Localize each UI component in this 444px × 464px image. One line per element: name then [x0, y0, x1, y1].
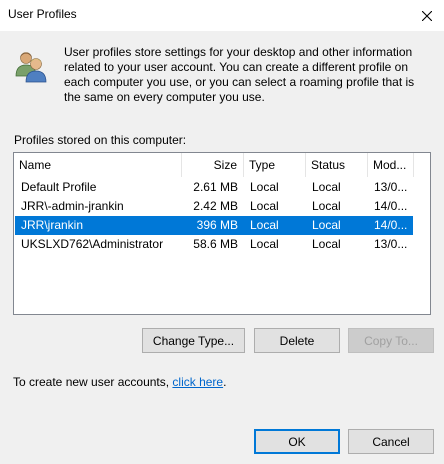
- column-header-size[interactable]: Size: [182, 153, 244, 177]
- cell-name: Default Profile: [21, 180, 97, 194]
- description-text: User profiles store settings for your de…: [64, 45, 415, 104]
- cell-type: Local: [250, 218, 279, 232]
- cell-size: 2.61 MB: [193, 180, 238, 194]
- cell-modified: 14/0...: [374, 199, 408, 213]
- profiles-label: Profiles stored on this computer:: [14, 133, 187, 147]
- cell-size: 58.6 MB: [193, 237, 238, 251]
- close-icon: [422, 10, 432, 21]
- click-here-link[interactable]: click here: [172, 375, 223, 389]
- column-header-status[interactable]: Status: [306, 153, 368, 177]
- create-accounts-label: To create new user accounts,: [13, 375, 173, 389]
- close-button[interactable]: [410, 0, 444, 31]
- cell-modified: 14/0...: [374, 218, 408, 232]
- cell-type: Local: [250, 199, 279, 213]
- table-row[interactable]: JRR\-admin-jrankin 2.42 MB Local Local 1…: [15, 197, 413, 216]
- window-title: User Profiles: [8, 7, 77, 21]
- cell-modified: 13/0...: [374, 180, 408, 194]
- change-type-button[interactable]: Change Type...: [142, 328, 245, 353]
- cell-modified: 13/0...: [374, 237, 408, 251]
- cell-status: Local: [312, 237, 341, 251]
- cell-type: Local: [250, 180, 279, 194]
- create-accounts-text: To create new user accounts, click here.: [13, 375, 226, 389]
- title-bar: User Profiles: [0, 0, 444, 31]
- cell-status: Local: [312, 199, 341, 213]
- cell-status: Local: [312, 180, 341, 194]
- cancel-button[interactable]: Cancel: [348, 429, 434, 454]
- create-accounts-suffix: .: [223, 375, 227, 389]
- table-row[interactable]: Default Profile 2.61 MB Local Local 13/0…: [15, 178, 413, 197]
- cell-name: JRR\-admin-jrankin: [21, 199, 124, 213]
- ok-button[interactable]: OK: [254, 429, 340, 454]
- table-row-selected[interactable]: JRR\jrankin 396 MB Local Local 14/0...: [15, 216, 413, 235]
- profiles-list[interactable]: Name Size Type Status Mod... Default Pro…: [13, 152, 431, 315]
- delete-button[interactable]: Delete: [254, 328, 340, 353]
- cell-size: 2.42 MB: [193, 199, 238, 213]
- cell-type: Local: [250, 237, 279, 251]
- list-header: Name Size Type Status Mod...: [14, 153, 430, 177]
- column-header-modified[interactable]: Mod...: [368, 153, 414, 177]
- table-row[interactable]: UKSLXD762\Administrator 58.6 MB Local Lo…: [15, 235, 413, 254]
- users-icon: [15, 52, 47, 83]
- cell-size: 396 MB: [196, 218, 238, 232]
- cell-name: JRR\jrankin: [21, 218, 84, 232]
- column-header-name[interactable]: Name: [14, 153, 182, 177]
- copy-to-button[interactable]: Copy To...: [348, 328, 434, 353]
- cell-name: UKSLXD762\Administrator: [21, 237, 164, 251]
- column-header-type[interactable]: Type: [244, 153, 306, 177]
- cell-status: Local: [312, 218, 341, 232]
